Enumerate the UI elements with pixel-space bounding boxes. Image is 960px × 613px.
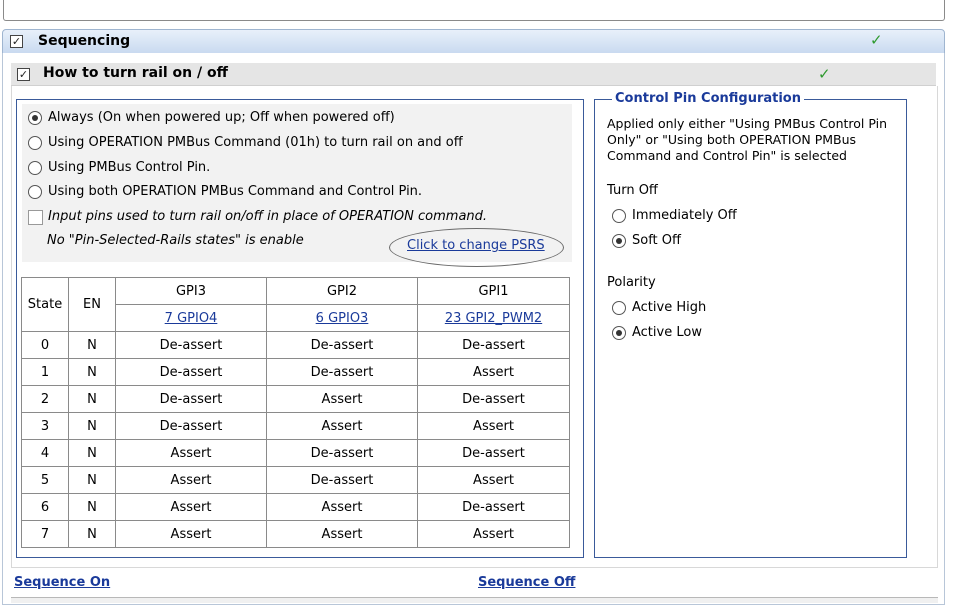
state-cell: 5 [21,466,69,494]
input-pins-label[interactable]: Input pins used to turn rail on/off in p… [48,209,487,224]
state-cell: 2 [21,385,69,413]
en-cell[interactable]: N [68,466,116,494]
polarity-label: Polarity [607,275,656,290]
gpi1-cell: Assert [417,412,570,440]
how-to-checkbox[interactable]: ✓ [17,68,30,81]
gpi2-cell: Assert [266,520,418,548]
turn-off-soft-label[interactable]: Soft Off [632,233,681,248]
psrs-status: No "Pin-Selected-Rails states" is enable [47,233,304,248]
table-row: 6 N Assert Assert De-assert [21,493,570,521]
state-header: State [21,277,69,332]
sequence-off-link[interactable]: Sequence Off [478,575,575,590]
gpi3-cell: De-assert [115,331,267,359]
table-row: 1 N De-assert De-assert Assert [21,358,570,386]
table-row: 2 N De-assert Assert De-assert [21,385,570,413]
option-both-label[interactable]: Using both OPERATION PMBus Command and C… [48,184,422,199]
gpi2-cell: De-assert [266,439,418,467]
polarity-active-low-radio[interactable] [612,326,626,340]
table-row: 4 N Assert De-assert De-assert [21,439,570,467]
gpi1-cell: De-assert [417,331,570,359]
option-always-radio[interactable] [28,111,42,125]
gpi2-cell: Assert [266,385,418,413]
gpi3-cell: Assert [115,520,267,548]
gpi3-cell: De-assert [115,358,267,386]
input-pins-checkbox[interactable] [28,210,43,225]
turn-off-label: Turn Off [607,183,658,198]
polarity-active-low-label[interactable]: Active Low [632,325,702,340]
en-cell[interactable]: N [68,412,116,440]
gpi2-cell: Assert [266,412,418,440]
gpi1-cell: Assert [417,520,570,548]
en-cell[interactable]: N [68,331,116,359]
state-cell: 6 [21,493,69,521]
polarity-active-high-label[interactable]: Active High [632,300,706,315]
table-row: 5 N Assert De-assert Assert [21,466,570,494]
en-cell[interactable]: N [68,520,116,548]
option-operation-radio[interactable] [28,136,42,150]
gpi3-header: GPI3 [115,277,267,305]
turn-off-immediately-radio[interactable] [612,209,626,223]
control-pin-note-line-1: Applied only either "Using PMBus Control… [607,116,888,131]
sequencing-checkbox[interactable]: ✓ [10,35,23,48]
gpi3-pin-link[interactable]: 7 GPIO4 [165,311,218,326]
gpi3-cell: De-assert [115,412,267,440]
gpi1-cell: Assert [417,358,570,386]
option-control-pin-label[interactable]: Using PMBus Control Pin. [48,160,210,175]
gpi1-pin-link[interactable]: 23 GPI2_PWM2 [445,311,542,326]
option-operation-label[interactable]: Using OPERATION PMBus Command (01h) to t… [48,135,463,150]
how-to-title: How to turn rail on / off [43,65,228,81]
polarity-active-high-radio[interactable] [612,301,626,315]
table-row: 3 N De-assert Assert Assert [21,412,570,440]
gpi1-cell: Assert [417,466,570,494]
gpi2-cell: De-assert [266,358,418,386]
option-always-label[interactable]: Always (On when powered up; Off when pow… [48,110,395,125]
table-row: 7 N Assert Assert Assert [21,520,570,548]
option-control-pin-radio[interactable] [28,161,42,175]
next-panel-edge [11,597,938,603]
gpi2-header: GPI2 [266,277,418,305]
gpi3-cell: Assert [115,439,267,467]
gpi2-cell: De-assert [266,331,418,359]
state-cell: 4 [21,439,69,467]
gpi1-header: GPI1 [417,277,570,305]
gpi3-cell: De-assert [115,385,267,413]
gpi3-cell: Assert [115,466,267,494]
how-to-valid-check-icon: ✓ [818,65,831,83]
state-cell: 1 [21,358,69,386]
control-pin-note-line-3: Command and Control Pin" is selected [607,148,847,163]
en-cell[interactable]: N [68,493,116,521]
control-pin-title: Control Pin Configuration [612,91,804,106]
change-psrs-link[interactable]: Click to change PSRS [407,238,545,253]
gpi3-cell: Assert [115,493,267,521]
gpi1-cell: De-assert [417,439,570,467]
pin-state-table: State EN GPI3 GPI2 GPI1 7 GPIO4 6 GPIO3 … [21,277,570,548]
table-row: 0 N De-assert De-assert De-assert [21,331,570,359]
en-cell[interactable]: N [68,385,116,413]
sequence-on-link[interactable]: Sequence On [14,575,110,590]
gpi2-pin-link[interactable]: 6 GPIO3 [316,311,369,326]
sequencing-valid-check-icon: ✓ [870,31,883,49]
turn-off-immediately-label[interactable]: Immediately Off [632,208,737,223]
state-cell: 0 [21,331,69,359]
option-both-radio[interactable] [28,185,42,199]
gpi1-cell: De-assert [417,493,570,521]
control-pin-note-line-2: Only" or "Using both OPERATION PMBus [607,132,857,147]
state-cell: 3 [21,412,69,440]
sequencing-header[interactable] [2,29,945,54]
previous-panel [3,0,945,21]
en-cell[interactable]: N [68,358,116,386]
en-header: EN [68,277,116,332]
turn-off-soft-radio[interactable] [612,234,626,248]
state-cell: 7 [21,520,69,548]
gpi2-cell: De-assert [266,466,418,494]
gpi1-cell: De-assert [417,385,570,413]
en-cell[interactable]: N [68,439,116,467]
gpi2-cell: Assert [266,493,418,521]
sequencing-title: Sequencing [38,33,131,49]
